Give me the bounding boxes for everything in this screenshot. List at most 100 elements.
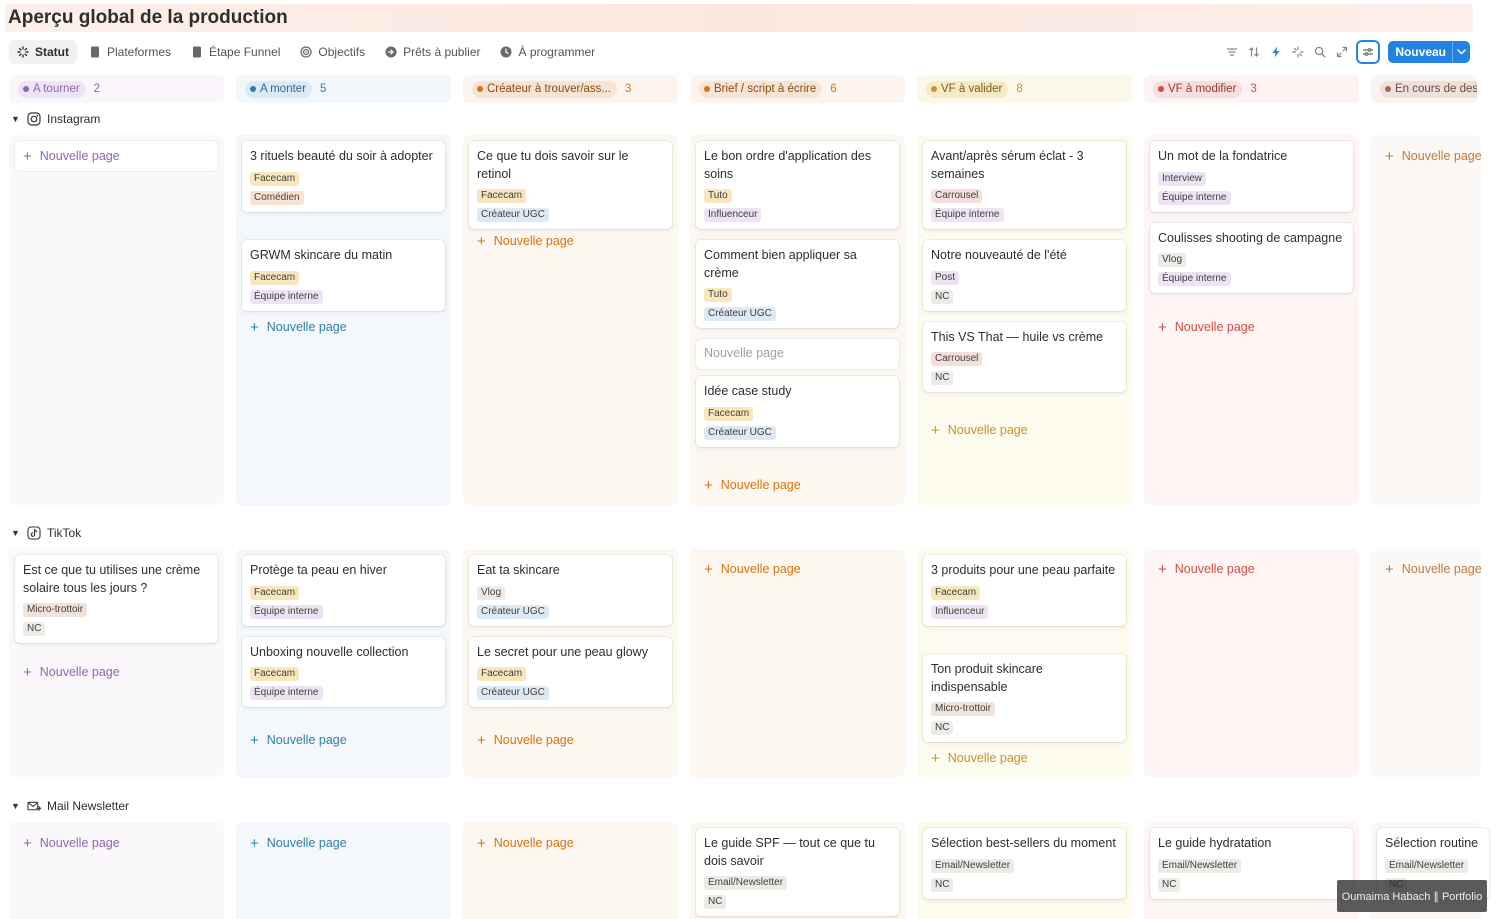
new-page-button[interactable]: + Nouvelle page xyxy=(469,725,672,755)
group-header-tiktok[interactable]: ▼ TikTok xyxy=(11,524,81,542)
board-card[interactable]: Un mot de la fondatrice Interview Équipe i… xyxy=(1150,141,1353,212)
tag-nc: NC xyxy=(931,289,954,304)
board-card[interactable]: Comment bien appliquer sa crème Tuto Créat… xyxy=(696,240,899,328)
new-button[interactable]: Nouveau xyxy=(1388,41,1470,63)
card-title: Ce que tu dois savoir sur le retinol xyxy=(477,149,629,181)
board-card[interactable]: Avant/après sérum éclat - 3 semaines Carr… xyxy=(923,141,1126,229)
new-page-label: Nouvelle page xyxy=(493,733,574,747)
expand-icon[interactable] xyxy=(1334,44,1350,60)
card-tags: Vlog Créateur UGC xyxy=(477,585,664,619)
column-header-vf-a-valider[interactable]: VF à valider 8 xyxy=(917,75,1132,103)
caret-down-icon[interactable]: ▼ xyxy=(11,114,21,124)
board-card[interactable]: Protège ta peau en hiver Facecam Équipe in… xyxy=(242,555,445,626)
tab-plateformes[interactable]: Plateformes xyxy=(81,40,179,64)
new-page-button[interactable]: + Nouvelle page xyxy=(696,554,899,584)
draft-card-placeholder[interactable]: Nouvelle page xyxy=(696,339,899,369)
status-label: A monter xyxy=(260,83,307,95)
card-title: Un mot de la fondatrice xyxy=(1158,149,1288,163)
board-card[interactable]: 3 rituels beauté du soir à adopter Faceca… xyxy=(242,141,445,212)
board-card[interactable]: Unboxing nouvelle collection Facecam Équip… xyxy=(242,636,445,707)
board-card[interactable]: Le bon ordre d'application des soins Tuto… xyxy=(696,141,899,229)
search-icon[interactable] xyxy=(1312,44,1328,60)
sort-icon[interactable] xyxy=(1246,44,1262,60)
new-page-button[interactable]: + Nouvelle page xyxy=(1150,312,1353,342)
new-page-button[interactable]: + Nouvelle page xyxy=(1377,554,1489,584)
new-page-button[interactable]: + Nouvelle page xyxy=(15,657,218,687)
board-card[interactable]: GRWM skincare du matin Facecam Équipe inte… xyxy=(242,240,445,311)
column-header-brief-script-a-ecrire[interactable]: Brief / script à écrire 6 xyxy=(690,75,905,103)
new-page-button[interactable]: + Nouvelle page xyxy=(1150,554,1353,584)
new-page-label: Nouvelle page xyxy=(1174,320,1255,334)
board-card[interactable]: Idée case study Facecam Créateur UGC xyxy=(696,376,899,447)
status-pill: Brief / script à écrire xyxy=(699,80,823,98)
card-title: Coulisses shooting de campagne xyxy=(1158,230,1343,245)
tag-nc: NC xyxy=(931,877,954,892)
tab-objectifs[interactable]: Objectifs xyxy=(292,40,373,64)
board-card[interactable]: Sélection best-sellers du moment Email/Ne… xyxy=(923,828,1126,899)
tag-nc: NC xyxy=(931,721,954,735)
tag-email-newsletter: Email/Newsletter xyxy=(1158,858,1242,873)
column-header-a-tourner[interactable]: A tourner 2 xyxy=(9,75,224,103)
board-card[interactable]: Le secret pour une peau glowy Facecam Créa… xyxy=(469,636,672,707)
group-header-mail-newsletter[interactable]: ▼ Mail Newsletter xyxy=(11,797,129,815)
new-page-button[interactable]: + Nouvelle page xyxy=(15,141,218,171)
board-card[interactable]: Le guide SPF — tout ce que tu dois savoi… xyxy=(696,828,899,916)
board-card[interactable]: Eat ta skincare Vlog Créateur UGC xyxy=(469,555,672,626)
plus-icon: + xyxy=(250,834,259,852)
new-page-button[interactable]: + Nouvelle page xyxy=(696,470,899,500)
toolbar: Nouveau xyxy=(1224,40,1470,64)
status-dot-icon xyxy=(704,86,710,92)
tab-label: Plateformes xyxy=(107,45,172,59)
tag-createur-ugc: Créateur UGC xyxy=(704,425,776,440)
filter-icon[interactable] xyxy=(1224,44,1240,60)
board-card[interactable]: Est ce que tu utilises une crème solaire… xyxy=(15,555,218,643)
tab-label: Étape Funnel xyxy=(209,45,281,59)
new-page-label: Nouvelle page xyxy=(1401,149,1482,163)
new-page-button[interactable]: + Nouvelle page xyxy=(242,312,445,342)
tab-statut[interactable]: Statut xyxy=(9,40,77,64)
new-page-button[interactable]: + Nouvelle page xyxy=(242,725,445,755)
tag-equipe-interne: Équipe interne xyxy=(250,686,323,700)
new-page-button[interactable]: + Nouvelle page xyxy=(15,828,218,858)
group-header-instagram[interactable]: ▼ Instagram xyxy=(11,110,100,128)
tag-carrousel: Carrousel xyxy=(931,189,983,203)
board-card[interactable]: Notre nouveauté de l'été Post NC xyxy=(923,240,1126,311)
board-card[interactable]: Le guide hydratation Email/Newsletter NC xyxy=(1150,828,1353,899)
plus-icon: + xyxy=(250,731,259,749)
plus-icon: + xyxy=(704,476,713,494)
tab-a-programmer[interactable]: À programmer xyxy=(492,40,603,64)
tab-label: Prêts à publier xyxy=(403,45,481,59)
lightning-icon[interactable] xyxy=(1268,44,1284,60)
tag-facecam: Facecam xyxy=(250,585,300,600)
group-name: TikTok xyxy=(47,526,82,540)
new-page-button[interactable]: + Nouvelle page xyxy=(469,828,672,858)
plus-icon: + xyxy=(23,147,32,165)
caret-down-icon[interactable]: ▼ xyxy=(11,801,21,811)
column-header-createur-a-trouver-ass[interactable]: Créateur à trouver/ass... 3 xyxy=(463,75,678,103)
column-header-vf-a-modifier[interactable]: VF à modifier 3 xyxy=(1144,75,1359,103)
column-header-en-cours-de-desi[interactable]: En cours de desi xyxy=(1371,75,1477,103)
new-page-button[interactable]: + Nouvelle page xyxy=(1377,141,1489,171)
new-page-button[interactable]: + Nouvelle page xyxy=(923,743,1126,773)
board-card[interactable]: This VS That — huile vs crème Carrousel NC xyxy=(923,321,1126,392)
tab-prets-a-publier[interactable]: Prêts à publier xyxy=(377,40,488,64)
settings-sliders-icon[interactable] xyxy=(1356,40,1381,64)
tab-etape-funnel[interactable]: Étape Funnel xyxy=(183,40,288,64)
new-page-button[interactable]: + Nouvelle page xyxy=(242,828,445,858)
column-header-a-monter[interactable]: A monter 5 xyxy=(236,75,451,103)
status-pill: Créateur à trouver/ass... xyxy=(472,80,617,98)
new-page-label: Nouvelle page xyxy=(947,751,1028,765)
mail-icon xyxy=(27,799,41,813)
chevron-down-icon[interactable] xyxy=(1452,41,1470,63)
new-page-label: Nouvelle page xyxy=(493,234,574,248)
new-page-button[interactable]: + Nouvelle page xyxy=(923,415,1126,445)
board-card[interactable]: 3 produits pour une peau parfaite Facecam… xyxy=(923,555,1126,626)
caret-down-icon[interactable]: ▼ xyxy=(11,528,21,538)
board-card[interactable]: Ton produit skincare indispensable Micro-… xyxy=(923,654,1126,742)
board-card[interactable]: Ce que tu dois savoir sur le retinol Face… xyxy=(469,141,672,229)
card-tags: Email/Newsletter NC xyxy=(1158,858,1345,892)
board-card[interactable]: Coulisses shooting de campagne Vlog Équipe… xyxy=(1150,222,1353,293)
sparkle-icon[interactable] xyxy=(1290,44,1306,60)
new-page-button[interactable]: + Nouvelle page xyxy=(469,226,672,256)
card-title: This VS That — huile vs crème xyxy=(931,329,1104,344)
